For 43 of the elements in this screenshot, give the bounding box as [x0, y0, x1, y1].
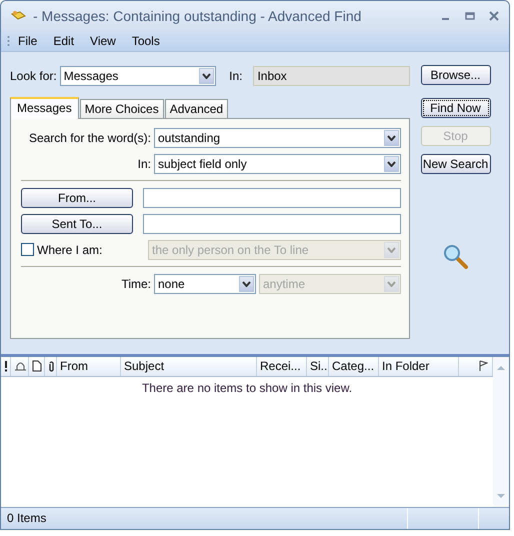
- grip-icon: [7, 34, 10, 47]
- column-header[interactable]: From: [57, 356, 121, 376]
- where-i-am-label: Where I am:: [37, 242, 102, 257]
- sent-to-button[interactable]: Sent To...: [21, 214, 133, 234]
- menu-item[interactable]: File: [10, 34, 46, 48]
- tab[interactable]: Messages: [10, 96, 79, 119]
- close-icon[interactable]: [489, 11, 499, 22]
- search-in-dropdown[interactable]: subject field only: [154, 154, 401, 174]
- column-header[interactable]: In Folder: [379, 356, 459, 376]
- from-button[interactable]: From...: [21, 188, 133, 208]
- sent-to-field[interactable]: [143, 214, 401, 234]
- column-header[interactable]: Si...: [307, 356, 329, 376]
- folder-field: Inbox: [253, 66, 410, 86]
- action-button[interactable]: New Search: [420, 154, 490, 174]
- exclamation-icon[interactable]: [4, 360, 8, 372]
- look-for-dropdown[interactable]: Messages: [60, 66, 216, 86]
- tab[interactable]: Advanced: [164, 98, 228, 118]
- search-words-dropdown[interactable]: outstanding: [154, 128, 401, 148]
- search-words-label: Search for the word(s):: [28, 130, 151, 145]
- action-button[interactable]: Browse...: [420, 64, 490, 85]
- search-in-label: In:: [136, 156, 151, 171]
- look-for-label: Look for:: [10, 68, 57, 83]
- action-button[interactable]: Find Now: [420, 98, 490, 118]
- maximize-icon[interactable]: [465, 11, 475, 22]
- empty-message: There are no items to show in this view.: [140, 380, 354, 395]
- item-count: 0 Items: [6, 511, 48, 526]
- document-icon[interactable]: [32, 360, 42, 372]
- window-title: - Messages: Containing outstanding - Advanced Find: [33, 8, 362, 24]
- bell-icon[interactable]: [14, 360, 27, 372]
- menu-item[interactable]: Tools: [124, 34, 168, 48]
- time-label: Time:: [120, 276, 151, 291]
- column-header[interactable]: Categ...: [329, 356, 379, 376]
- paperclip-icon[interactable]: [48, 360, 55, 372]
- menu-item[interactable]: Edit: [45, 34, 82, 48]
- flag-icon[interactable]: [478, 360, 488, 372]
- column-header[interactable]: Subject: [121, 356, 257, 376]
- column-header[interactable]: Recei...: [257, 356, 307, 376]
- tab[interactable]: More Choices: [80, 98, 164, 118]
- in-label: In:: [229, 68, 242, 83]
- from-field[interactable]: [143, 188, 401, 208]
- magnifier-icon: [442, 244, 468, 270]
- time-dropdown[interactable]: none: [154, 274, 256, 294]
- menu-item[interactable]: View: [82, 34, 124, 48]
